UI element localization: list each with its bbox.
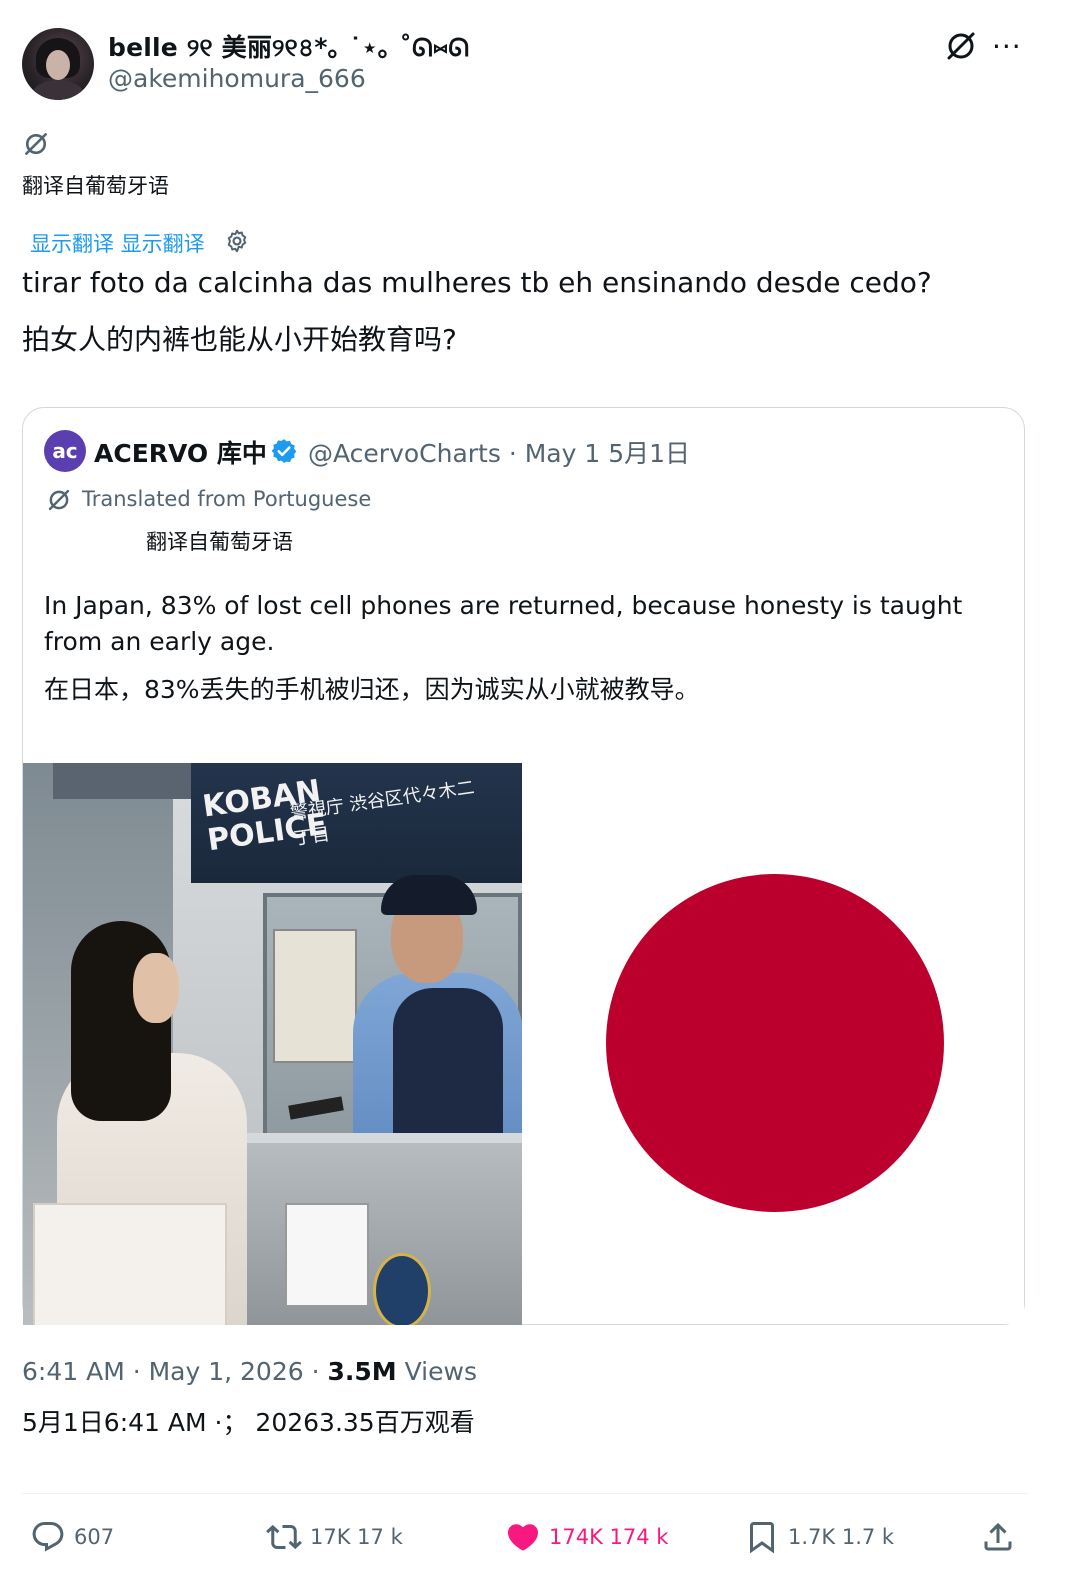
tweet-timestamp[interactable]: 6:41 AM · May 1, 2026 · 3.5M Views — [22, 1357, 477, 1386]
tweet-text: tirar foto da calcinha das mulheres tb e… — [22, 266, 932, 299]
translate-icon — [48, 489, 70, 511]
gear-icon[interactable] — [224, 228, 250, 254]
quote-avatar[interactable]: ac — [44, 430, 86, 472]
tweet-text-translation: 拍女人的内裤也能从小开始教育吗? — [22, 323, 457, 356]
divider — [22, 1493, 1028, 1494]
heart-icon — [507, 1524, 539, 1551]
quote-translated-from-cn: 翻译自葡萄牙语 — [146, 530, 293, 554]
koban-sign-text: KOBAN POLICE — [200, 773, 330, 859]
user-avatar[interactable] — [22, 28, 94, 100]
like-button[interactable]: 174K 174 k — [505, 1517, 668, 1557]
retweet-count: 17K 17 k — [310, 1525, 403, 1549]
koban-photo[interactable]: KOBAN POLICE 警視庁 渋谷区代々木二丁目 — [23, 763, 522, 1325]
more-options-icon[interactable]: ··· — [992, 30, 1022, 63]
quote-translated-from: Translated from Portuguese — [82, 487, 372, 511]
reply-count: 607 — [74, 1525, 115, 1549]
bookmark-count: 1.7K 1.7 k — [788, 1525, 895, 1549]
bookmark-button[interactable]: 1.7K 1.7 k — [744, 1517, 894, 1557]
translate-icon — [25, 133, 47, 155]
reply-icon — [32, 1522, 64, 1552]
retweet-icon — [266, 1524, 302, 1550]
user-handle[interactable]: @akemihomura_666 — [108, 64, 366, 93]
reply-button[interactable]: 607 — [30, 1517, 114, 1557]
quote-handle-date[interactable]: @AcervoCharts · May 1 5月1日 — [308, 434, 690, 470]
quote-text-translation: 在日本，83%丢失的手机被归还，因为诚实从小就被教导。 — [44, 675, 700, 704]
grok-icon[interactable] — [945, 30, 977, 62]
share-button[interactable] — [980, 1517, 1024, 1557]
tweet-timestamp-translation: 5月1日6:41 AM ·； 20263.35百万观看 — [22, 1408, 475, 1437]
views-count: 3.5M — [327, 1357, 397, 1386]
like-count: 174K 174 k — [549, 1525, 669, 1549]
quote-display-name[interactable]: ACERVO 库中 — [94, 434, 267, 470]
flag-red-circle — [606, 874, 944, 1212]
show-translation-link[interactable]: 显示翻译 显示翻译 — [30, 228, 205, 258]
translated-from-label: 翻译自葡萄牙语 — [22, 174, 169, 198]
bookmark-icon — [750, 1522, 774, 1554]
verified-badge-icon — [271, 439, 297, 463]
share-icon — [984, 1522, 1012, 1551]
quote-text: In Japan, 83% of lost cell phones are re… — [44, 591, 963, 656]
retweet-button[interactable]: 17K 17 k — [266, 1517, 403, 1557]
